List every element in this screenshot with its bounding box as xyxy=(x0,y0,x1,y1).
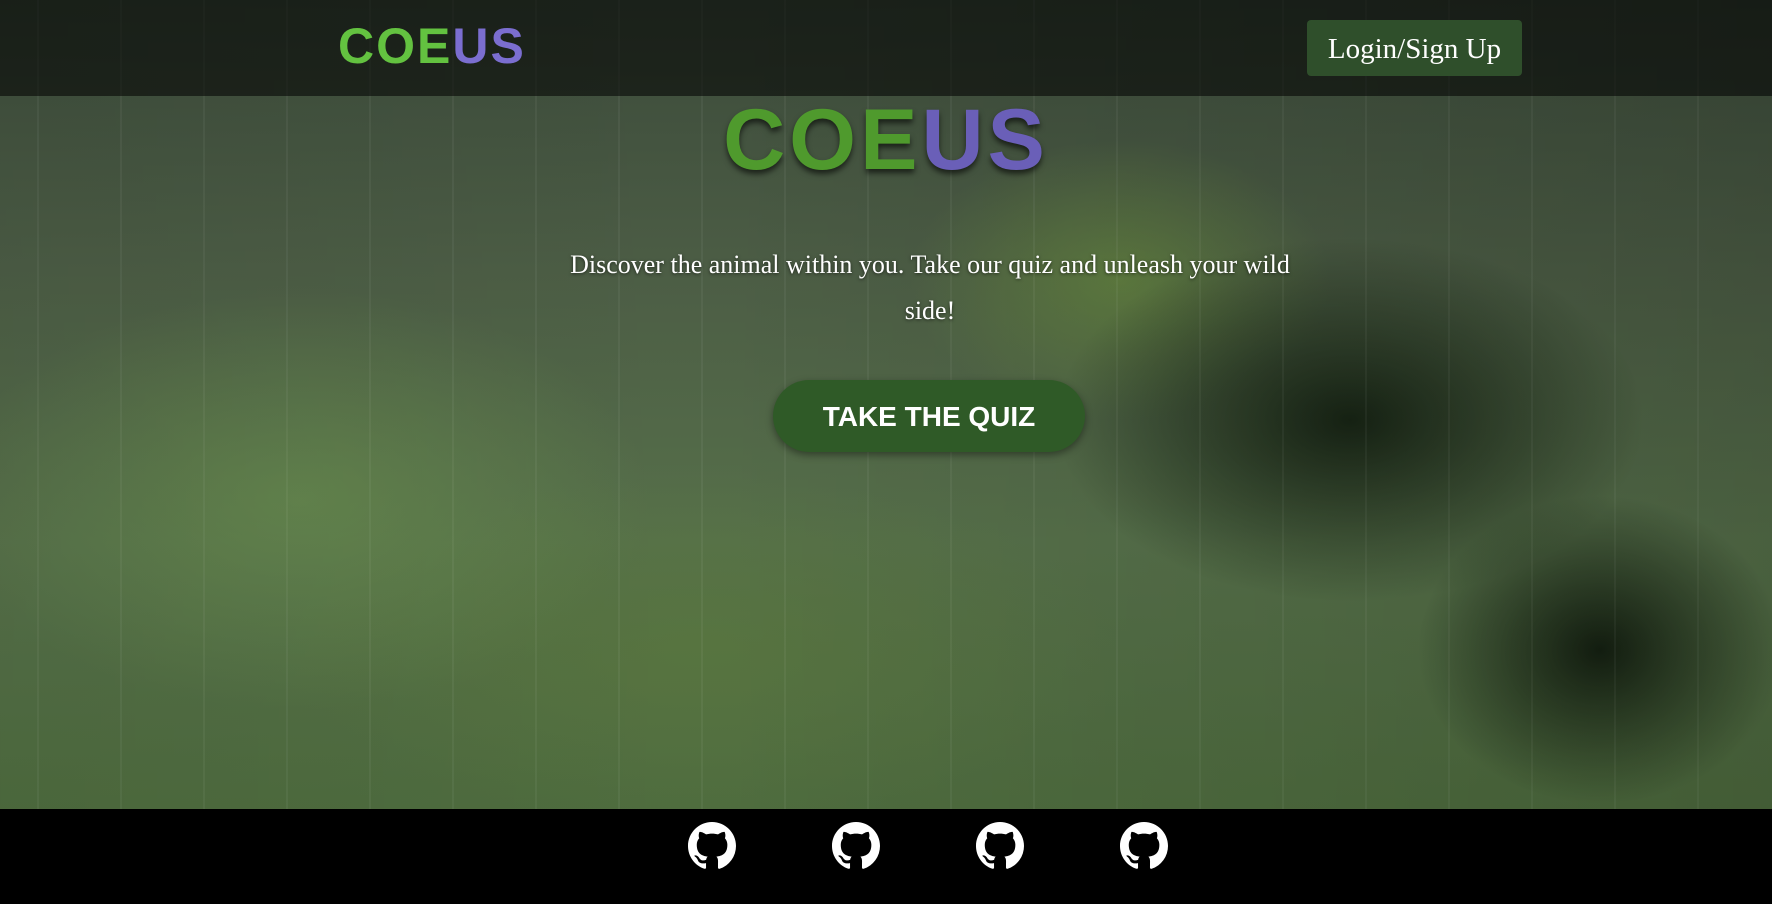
hero-logo-part2: US xyxy=(921,92,1049,188)
nav-logo[interactable]: COEUS xyxy=(338,16,526,76)
github-link-2[interactable] xyxy=(832,822,880,870)
login-signup-button[interactable]: Login/Sign Up xyxy=(1307,20,1522,76)
hero-logo: COEUS xyxy=(0,92,1772,188)
nav-logo-part1: COE xyxy=(338,18,453,74)
github-icon xyxy=(688,822,736,869)
github-icon xyxy=(1120,822,1168,869)
hero-logo-part1: COE xyxy=(723,92,922,188)
navbar: COEUS Login/Sign Up xyxy=(0,0,1772,96)
github-link-3[interactable] xyxy=(976,822,1024,870)
hero-tagline: Discover the animal within you. Take our… xyxy=(570,250,1290,325)
take-quiz-button[interactable]: TAKE THE QUIZ xyxy=(773,380,1085,452)
footer xyxy=(0,809,1772,904)
nav-logo-part2: US xyxy=(452,18,526,74)
github-icon xyxy=(976,822,1024,869)
github-icon xyxy=(832,822,880,869)
github-link-4[interactable] xyxy=(1120,822,1168,870)
github-link-1[interactable] xyxy=(688,822,736,870)
